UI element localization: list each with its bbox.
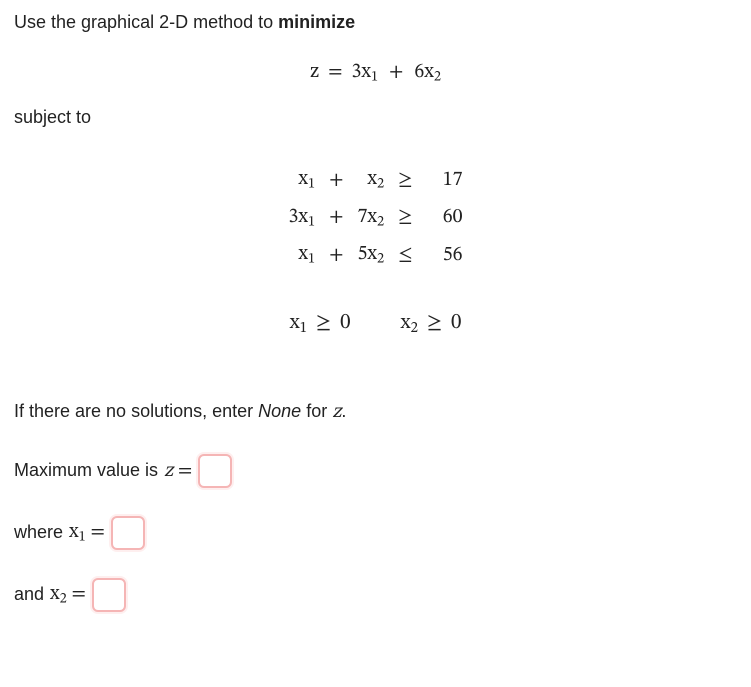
answer-z-label: Maximum value is (14, 458, 158, 483)
problem-page: Use the graphical 2-D method to minimize… (0, 0, 751, 632)
obj-rhs-b: 6x2 (414, 62, 441, 82)
constraint-row: x1 + 5x2 ≤ 56 (282, 237, 468, 273)
constraints-block: x1 + x2 ≥ 17 3x1 + 7x2 ≥ 60 x1 + 5x2 ≤ 5… (14, 160, 737, 280)
answer-x1-var: x1 = (69, 518, 105, 548)
nonneg-block: x1 ≥ 0 x2 ≥ 0 (14, 310, 737, 338)
answer-x1-line: where x1 = (14, 516, 737, 550)
subject-to-text: subject to (14, 105, 737, 130)
answer-x1-input[interactable] (111, 516, 145, 550)
answer-z-line: Maximum value is z = (14, 454, 737, 488)
intro-bold: minimize (278, 12, 355, 32)
answer-z-input[interactable] (198, 454, 232, 488)
nonneg-x1: x1 ≥ 0 (290, 312, 356, 333)
answer-x2-line: and x2 = (14, 578, 737, 612)
answer-x2-input[interactable] (92, 578, 126, 612)
constraint-row: x1 + x2 ≥ 17 (282, 162, 468, 198)
answer-z-var: z = (164, 457, 192, 485)
nonneg-x2: x2 ≥ 0 (400, 312, 461, 333)
answer-x1-label: where (14, 520, 63, 545)
obj-plus: + (383, 62, 409, 82)
objective-block: z = 3x1 + 6x2 (14, 59, 737, 87)
constraints-table: x1 + x2 ≥ 17 3x1 + 7x2 ≥ 60 x1 + 5x2 ≤ 5… (280, 160, 470, 275)
constraint-row: 3x1 + 7x2 ≥ 60 (282, 200, 468, 236)
intro-text: Use the graphical 2-D method to minimize (14, 10, 737, 35)
note-text: If there are no solutions, enter None fo… (14, 398, 737, 426)
answer-x2-var: x2 = (50, 580, 86, 610)
objective-expression: z = 3x1 + 6x2 (310, 61, 441, 82)
obj-eq: = (324, 62, 346, 82)
answer-x2-label: and (14, 582, 44, 607)
intro-pre: Use the graphical 2-D method to (14, 12, 278, 32)
obj-rhs-a: 3x1 (351, 62, 378, 82)
obj-lhs: z (310, 62, 319, 82)
